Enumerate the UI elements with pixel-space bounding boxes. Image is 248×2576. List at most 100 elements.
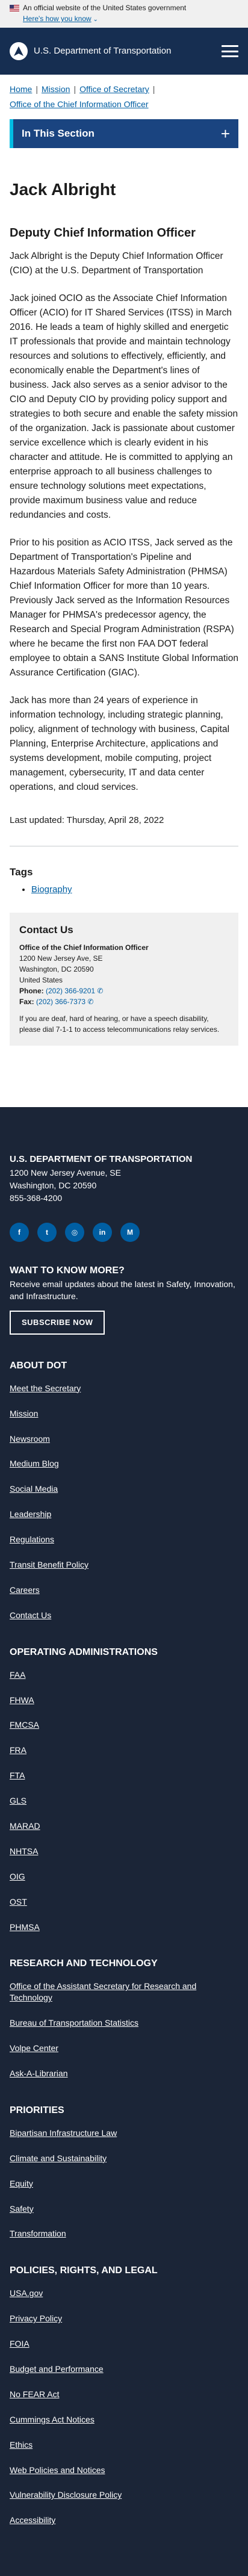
footer-link[interactable]: FTA [10,1771,25,1780]
tags-section: Tags Biography [0,846,248,897]
fax-link[interactable]: (202) 366-7373 [36,998,85,1006]
breadcrumb-office-of-secretary[interactable]: Office of Secretary [79,83,149,96]
breadcrumb-ocio[interactable]: Office of the Chief Information Officer [10,98,149,111]
footer-link[interactable]: OST [10,1897,27,1907]
footer-link[interactable]: Web Policies and Notices [10,2465,105,2475]
footer-link[interactable]: FAA [10,1670,25,1680]
footer-link-item: FTA [10,1770,238,1781]
footer-link[interactable]: PHMSA [10,1922,40,1932]
footer-link-item: Regulations [10,1534,238,1545]
footer-link-item: Mission [10,1408,238,1420]
breadcrumb-home[interactable]: Home [10,83,32,96]
footer-link-item: OIG [10,1871,238,1882]
footer-link[interactable]: No FEAR Act [10,2389,59,2399]
breadcrumb-separator: | [36,84,38,94]
footer-link[interactable]: Bureau of Transportation Statistics [10,2018,138,2028]
footer-link[interactable]: OIG [10,1872,25,1881]
footer-link-item: Accessibility [10,2515,238,2526]
footer-link[interactable]: Climate and Sustainability [10,2153,107,2163]
footer-link[interactable]: Vulnerability Disclosure Policy [10,2490,122,2500]
footer-link-item: Transformation [10,2228,238,2239]
footer-link[interactable]: Volpe Center [10,2043,58,2053]
dot-logo-link[interactable]: U.S. Department of Transportation [10,42,171,60]
menu-button[interactable] [222,45,238,57]
tag-item: Biography [31,883,238,897]
heres-how-you-know-link[interactable]: Here's how you know [23,14,91,23]
contact-address-line: United States [19,976,63,985]
breadcrumb-mission[interactable]: Mission [42,83,70,96]
linkedin-icon[interactable]: in [93,1222,112,1242]
footer-link[interactable]: Privacy Policy [10,2314,62,2323]
footer-phone: 855-368-4200 [10,1193,63,1203]
footer-link[interactable]: Newsroom [10,1434,50,1444]
footer-link[interactable]: Accessibility [10,2515,55,2525]
twitter-icon[interactable]: t [37,1222,57,1242]
footer-link[interactable]: FMCSA [10,1720,39,1730]
medium-icon[interactable]: M [120,1222,140,1242]
footer-link[interactable]: Budget and Performance [10,2364,104,2374]
tags-heading: Tags [10,866,33,878]
footer-link-item: FRA [10,1745,238,1756]
footer-section-heading: RESEARCH AND TECHNOLOGY [10,1958,158,1969]
footer-link[interactable]: Office of the Assistant Secretary for Re… [10,1981,196,2002]
footer-link[interactable]: USA.gov [10,2288,43,2298]
footer-link[interactable]: Careers [10,1585,40,1595]
footer-link[interactable]: Ask-A-Librarian [10,2069,67,2078]
chevron-down-icon: ⌄ [91,16,98,23]
footer-link-item: Budget and Performance [10,2363,238,2375]
footer-link[interactable]: Bipartisan Infrastructure Law [10,2128,117,2138]
facebook-icon[interactable]: f [10,1222,29,1242]
footer-section-heading: OPERATING ADMINISTRATIONS [10,1646,158,1657]
footer-link-item: Meet the Secretary [10,1383,238,1394]
site-title: U.S. Department of Transportation [34,45,172,56]
footer-link-item: Bureau of Transportation Statistics [10,2017,238,2029]
footer-link-item: Ethics [10,2439,238,2451]
footer-link[interactable]: Contact Us [10,1610,51,1620]
contact-heading: Contact Us [19,923,73,936]
footer-link[interactable]: Ethics [10,2440,33,2450]
footer-link-item: Transit Benefit Policy [10,1559,238,1571]
last-updated: Last updated: Thursday, April 28, 2022 [10,815,164,826]
instagram-icon[interactable]: ◎ [65,1222,84,1242]
footer-link-item: FMCSA [10,1719,238,1731]
footer-link[interactable]: FRA [10,1745,26,1755]
footer-link[interactable]: Medium Blog [10,1459,59,1468]
phone-link[interactable]: (202) 366-9201 [46,987,95,995]
footer-link[interactable]: Meet the Secretary [10,1383,81,1393]
footer-link-item: Leadership [10,1509,238,1520]
footer-agency: U.S. DEPARTMENT OF TRANSPORTATION [10,1154,193,1165]
footer-link[interactable]: Safety [10,2204,34,2214]
fax-label: Fax: [19,998,34,1007]
footer-link-item: Privacy Policy [10,2313,238,2324]
footer-link-item: Careers [10,1584,238,1596]
phone-icon: ✆ [95,987,104,996]
site-footer: U.S. DEPARTMENT OF TRANSPORTATION 1200 N… [0,1107,248,2576]
footer-link[interactable]: Regulations [10,1535,54,1544]
footer-link[interactable]: GLS [10,1796,26,1805]
footer-link[interactable]: FOIA [10,2339,29,2348]
footer-link[interactable]: Transit Benefit Policy [10,1560,88,1569]
bio-paragraph: Jack joined OCIO as the Associate Chief … [10,293,238,520]
tag-biography-link[interactable]: Biography [31,884,72,895]
footer-link[interactable]: Leadership [10,1509,51,1519]
footer-link[interactable]: FHWA [10,1695,34,1705]
footer-address-line: Washington, DC 20590 [10,1180,97,1190]
footer-link[interactable]: Mission [10,1409,38,1418]
footer-link[interactable]: MARAD [10,1821,40,1831]
gov-banner: An official website of the United States… [0,0,248,28]
footer-link[interactable]: Cummings Act Notices [10,2415,95,2424]
in-this-section-toggle[interactable]: In This Section + [10,119,238,148]
subscribe-button[interactable]: SUBSCRIBE NOW [10,1311,105,1335]
page-title: Jack Albright [10,180,116,199]
footer-link[interactable]: Social Media [10,1484,58,1494]
contact-box: Contact Us Office of the Chief Informati… [10,912,238,1046]
footer-link[interactable]: NHTSA [10,1846,38,1856]
relay-note: If you are deaf, hard of hearing, or hav… [19,1014,220,1034]
footer-link[interactable]: Transformation [10,2229,66,2238]
contact-address-line: Washington, DC 20590 [19,965,94,974]
want-text: Receive email updates about the latest i… [10,1279,235,1301]
want-heading: WANT TO KNOW MORE? [10,1265,125,1276]
footer-link-item: MARAD [10,1820,238,1832]
footer-link[interactable]: Equity [10,2179,33,2188]
us-flag-icon [10,4,19,11]
